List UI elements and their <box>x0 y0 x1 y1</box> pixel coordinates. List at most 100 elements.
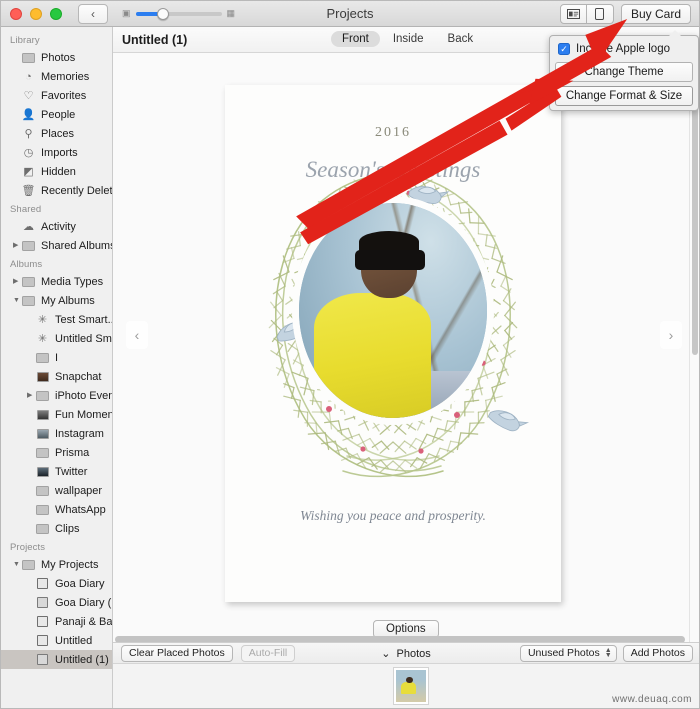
heart-icon: ♡ <box>23 90 34 102</box>
sidebar-item-untitled-sm[interactable]: ✳ Untitled Sm... <box>1 329 112 348</box>
sidebar-item-iphoto-events[interactable]: ▶ iPhoto Events <box>1 386 112 405</box>
tab-inside[interactable]: Inside <box>382 31 435 47</box>
slider-knob[interactable] <box>156 7 169 20</box>
chevron-left-icon[interactable]: ‹ <box>126 321 148 349</box>
sidebar-item-clips[interactable]: Clips <box>1 519 112 538</box>
sidebar-item-my-albums[interactable]: ▼ My Albums <box>1 291 112 310</box>
sidebar-item-activity[interactable]: ☁ Activity <box>1 217 112 236</box>
add-photos-label: Add Photos <box>630 647 685 659</box>
sidebar-item-goa-diary[interactable]: Goa Diary <box>1 574 112 593</box>
sidebar[interactable]: Library Photos ◔ Memories ♡ Favorites 👤 People ⚲… <box>1 27 113 708</box>
sidebar-item-goa-diary-1[interactable]: Goa Diary (1) <box>1 593 112 612</box>
sidebar-item-label: My Projects <box>41 558 99 571</box>
close-button[interactable] <box>10 7 22 20</box>
sidebar-item-recently-delet[interactable]: 🗑 Recently Delet... <box>1 181 112 200</box>
sidebar-item-places[interactable]: ⚲ Places <box>1 124 112 143</box>
trash-icon: 🗑 <box>21 185 36 197</box>
tray-photo-thumbnail[interactable] <box>393 667 429 705</box>
disclosure-triangle-icon[interactable]: ▶ <box>27 392 35 399</box>
toolbar-segmented-control[interactable] <box>559 4 614 24</box>
change-theme-button[interactable]: Change Theme <box>555 62 693 82</box>
folder-icon <box>35 389 50 402</box>
sidebar-item-instagram[interactable]: Instagram <box>1 424 112 443</box>
sidebar-item-label: Hidden <box>41 165 76 178</box>
tab-back[interactable]: Back <box>437 31 485 47</box>
tab-front[interactable]: Front <box>331 31 380 47</box>
sidebar-item-label: WhatsApp <box>55 503 106 516</box>
clear-placed-photos-button[interactable]: Clear Placed Photos <box>121 644 233 662</box>
sidebar-item-people[interactable]: 👤 People <box>1 105 112 124</box>
toolbar-right-group: Unused Photos ▲ ▼ Add Photos <box>519 644 693 662</box>
sidebar-item-prisma[interactable]: Prisma <box>1 443 112 462</box>
sidebar-item-label: Favorites <box>41 89 87 102</box>
sidebar-item-label: Clips <box>55 522 80 535</box>
back-button[interactable]: ‹ <box>78 3 108 24</box>
change-format-size-button[interactable]: Change Format & Size <box>555 86 693 106</box>
include-apple-logo-row[interactable]: ✓ Include Apple logo <box>550 40 698 58</box>
smart-album-icon: ✳ <box>37 333 48 345</box>
window-titlebar: ‹ ▣ ▦ Projects Buy Card <box>1 1 699 27</box>
card-photo[interactable] <box>299 203 487 418</box>
vertical-scrollbar[interactable] <box>689 53 699 642</box>
greeting-card-preview[interactable]: 2016 Season's Greetings Wishing you peac… <box>225 85 561 602</box>
book-icon <box>35 634 50 647</box>
card-canvas: 2016 Season's Greetings Wishing you peac… <box>113 53 699 642</box>
album-icon <box>35 503 50 516</box>
thumbnail-size-slider[interactable]: ▣ ▦ <box>122 7 235 20</box>
sidebar-sections: Library Photos ◔ Memories ♡ Favorites 👤 People ⚲… <box>1 31 112 669</box>
info-panel-icon[interactable] <box>559 4 587 24</box>
minimize-button[interactable] <box>30 7 42 20</box>
slider-track[interactable] <box>135 7 222 20</box>
disclosure-triangle-icon[interactable]: ▼ <box>13 297 21 304</box>
sidebar-item-label: My Albums <box>41 294 95 307</box>
sidebar-item-label: Activity <box>41 220 76 233</box>
zoom-button[interactable] <box>50 7 62 20</box>
sidebar-item-untitled-1[interactable]: Untitled (1) <box>1 650 112 669</box>
add-photos-button[interactable]: Add Photos <box>622 644 693 662</box>
sidebar-item-media-types[interactable]: ▶ Media Types <box>1 272 112 291</box>
auto-fill-button[interactable]: Auto-Fill <box>240 644 296 662</box>
sidebar-item-label: Instagram <box>55 427 104 440</box>
card-options-icon[interactable] <box>586 4 614 24</box>
sidebar-item-photos[interactable]: Photos <box>1 48 112 67</box>
sidebar-item-label: Fun Moments <box>55 408 113 421</box>
photo-subject-hair <box>359 230 420 253</box>
buy-card-button[interactable]: Buy Card <box>620 4 691 24</box>
chevron-down-icon: ⌄ <box>381 647 391 660</box>
sidebar-item-i[interactable]: I <box>1 348 112 367</box>
sidebar-item-whatsapp[interactable]: WhatsApp <box>1 500 112 519</box>
card-options-popover[interactable]: ✓ Include Apple logo Change Theme Change… <box>549 30 699 111</box>
sidebar-item-shared-albums[interactable]: ▶ Shared Albums <box>1 236 112 255</box>
options-label: Options <box>386 623 426 635</box>
photo-tray: www.deuaq.com <box>113 664 699 708</box>
sidebar-item-hidden[interactable]: ◩ Hidden <box>1 162 112 181</box>
sidebar-item-untitled[interactable]: Untitled <box>1 631 112 650</box>
photo-filter-popup[interactable]: Unused Photos ▲ ▼ <box>519 644 617 662</box>
disclosure-triangle-icon[interactable]: ▶ <box>13 242 21 249</box>
sidebar-item-fun-moments[interactable]: Fun Moments <box>1 405 112 424</box>
card-icon <box>35 596 50 609</box>
person-icon: 👤 <box>21 109 36 121</box>
photos-app-window: ‹ ▣ ▦ Projects Buy Card Library Photos ◔… <box>0 0 700 709</box>
sidebar-item-test-smart[interactable]: ✳ Test Smart... <box>1 310 112 329</box>
sidebar-item-label: Places <box>41 127 75 140</box>
card-year-text: 2016 <box>375 125 411 140</box>
small-thumbnails-icon: ▣ <box>122 8 131 18</box>
album-icon <box>35 351 50 364</box>
sidebar-item-imports[interactable]: ◷ Imports <box>1 143 112 162</box>
sidebar-item-memories[interactable]: ◔ Memories <box>1 67 112 86</box>
disclosure-triangle-icon[interactable]: ▶ <box>13 278 21 285</box>
album-icon <box>35 446 50 459</box>
chevron-right-icon[interactable]: › <box>660 321 682 349</box>
include-apple-logo-checkbox[interactable]: ✓ <box>558 43 570 55</box>
sidebar-item-favorites[interactable]: ♡ Favorites <box>1 86 112 105</box>
sidebar-item-snapchat[interactable]: Snapchat <box>1 367 112 386</box>
sidebar-item-my-projects[interactable]: ▼ My Projects <box>1 555 112 574</box>
disclosure-triangle-icon[interactable]: ▼ <box>13 561 21 568</box>
page-tabs[interactable]: Front Inside Back <box>331 31 484 47</box>
sidebar-item-twitter[interactable]: Twitter <box>1 462 112 481</box>
sidebar-item-panaji-bar[interactable]: Panaji & Bar... <box>1 612 112 631</box>
include-apple-logo-label: Include Apple logo <box>576 43 670 55</box>
sidebar-item-wallpaper[interactable]: wallpaper <box>1 481 112 500</box>
folder-icon <box>21 558 36 571</box>
